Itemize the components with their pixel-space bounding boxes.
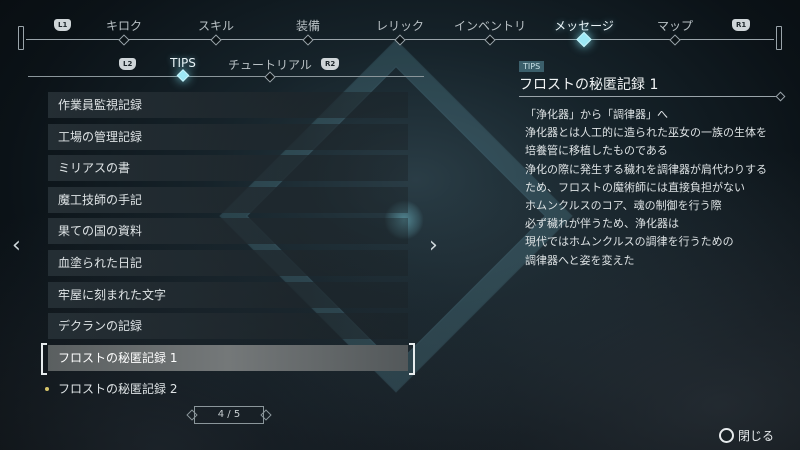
sub-tab-marker: [264, 71, 276, 83]
page-indicator: 4 / 5: [186, 406, 272, 424]
tab-marker: [210, 34, 222, 46]
new-indicator-icon: [45, 387, 49, 392]
list-item-label: 魔工技師の手記: [58, 192, 143, 207]
tab-equipment[interactable]: 装備: [296, 17, 320, 34]
detail-line: 浄化器とは人工的に造られた巫女の一族の生体を: [525, 126, 767, 140]
tab-rail-cap-left: [18, 26, 24, 50]
next-page-arrow-icon[interactable]: ›: [429, 235, 438, 257]
sub-tabs: L2 TIPS チュートリアル R2: [28, 56, 424, 83]
tab-marker: [118, 34, 130, 46]
list-item[interactable]: デクランの記録: [48, 313, 408, 340]
detail-line: 「浄化器」から「調律器」へ: [525, 108, 668, 121]
r1-button-hint[interactable]: R1: [732, 19, 751, 31]
l2-button-hint[interactable]: L2: [119, 58, 137, 70]
category-badge: TIPS: [519, 61, 545, 72]
selection-bracket-right: [409, 342, 415, 375]
list-item[interactable]: 作業員監視記録: [48, 92, 408, 118]
list-item[interactable]: 魔工技師の手記: [48, 186, 408, 213]
sub-tab-tips[interactable]: TIPS: [170, 56, 196, 70]
tips-list: 作業員監視記録 工場の管理記録 ミリアスの書 魔工技師の手記 果ての国の資料 血…: [41, 92, 415, 408]
detail-line: ホムンクルスのコア、魂の制御を行う際: [525, 199, 722, 213]
detail-line: 現代ではホムンクルスの調律を行うための: [525, 235, 734, 249]
detail-line: ため、フロストの魔術師には直接負担がない: [525, 180, 745, 194]
tab-marker: [484, 34, 496, 46]
tab-relic[interactable]: レリック: [376, 17, 424, 34]
tab-map[interactable]: マップ: [657, 17, 693, 34]
list-item-label: ミリアスの書: [58, 161, 131, 176]
detail-line: 調律器へと姿を変えた: [525, 253, 635, 267]
list-item[interactable]: 牢屋に刻まれた文字: [48, 281, 408, 308]
list-item-label: 作業員監視記録: [58, 98, 143, 112]
list-item-label: フロストの秘匿記録 1: [58, 350, 178, 365]
previous-page-arrow-icon[interactable]: ‹: [12, 235, 21, 257]
list-item[interactable]: 工場の管理記録: [48, 123, 408, 150]
tab-marker: [669, 34, 681, 46]
detail-line: 培養管に移植したものである: [525, 144, 668, 158]
close-button[interactable]: 閉じる: [719, 427, 774, 444]
sub-tab-rail: [28, 76, 424, 77]
close-label: 閉じる: [738, 429, 775, 443]
list-item-label: 血塗られた日記: [58, 255, 143, 270]
sub-tab-marker-active: [176, 69, 190, 82]
list-item-label: 工場の管理記録: [58, 129, 143, 144]
detail-panel: TIPS フロストの秘匿記録 1 「浄化器」から「調律器」へ 浄化器とは人工的に…: [519, 54, 786, 270]
title-divider: [519, 91, 786, 102]
tab-marker: [302, 34, 314, 46]
tab-kiroku[interactable]: キロク: [106, 17, 142, 34]
detail-line: 浄化の際に発生する穢れを調律器が肩代わりする: [525, 162, 767, 176]
list-item-label: 果ての国の資料: [58, 224, 143, 239]
l1-button-hint[interactable]: L1: [54, 19, 72, 31]
tab-rail-cap-right: [776, 26, 782, 50]
page-number: 4 / 5: [194, 406, 264, 424]
list-item-label: フロストの秘匿記録 2: [58, 382, 178, 397]
circle-button-icon: [719, 428, 734, 443]
tab-skill[interactable]: スキル: [198, 17, 234, 34]
list-item-label: デクランの記録: [58, 319, 143, 334]
list-item[interactable]: 血塗られた日記: [48, 249, 408, 276]
divider-ornament: [775, 91, 786, 102]
detail-line: 必ず穢れが伴うため、浄化器は: [525, 217, 679, 231]
detail-body: 「浄化器」から「調律器」へ 浄化器とは人工的に造られた巫女の一族の生体を 培養管…: [519, 106, 781, 270]
tab-inventory[interactable]: インベントリ: [454, 17, 526, 34]
list-item-selected[interactable]: フロストの秘匿記録 1: [41, 342, 415, 375]
tab-marker-active: [576, 31, 592, 48]
main-menu-tabs: L1 R1 キロク スキル 装備 レリック インベントリ メッセージ マップ: [18, 12, 782, 50]
r2-button-hint[interactable]: R2: [321, 58, 340, 70]
detail-title: フロストの秘匿記録 1: [519, 77, 659, 93]
list-item[interactable]: 果ての国の資料: [48, 218, 408, 245]
list-item-label: 牢屋に刻まれた文字: [58, 287, 167, 302]
list-item[interactable]: ミリアスの書: [48, 155, 408, 182]
list-item[interactable]: フロストの秘匿記録 2: [45, 376, 408, 402]
tab-marker: [394, 34, 406, 46]
selection-bracket-left: [41, 342, 47, 375]
